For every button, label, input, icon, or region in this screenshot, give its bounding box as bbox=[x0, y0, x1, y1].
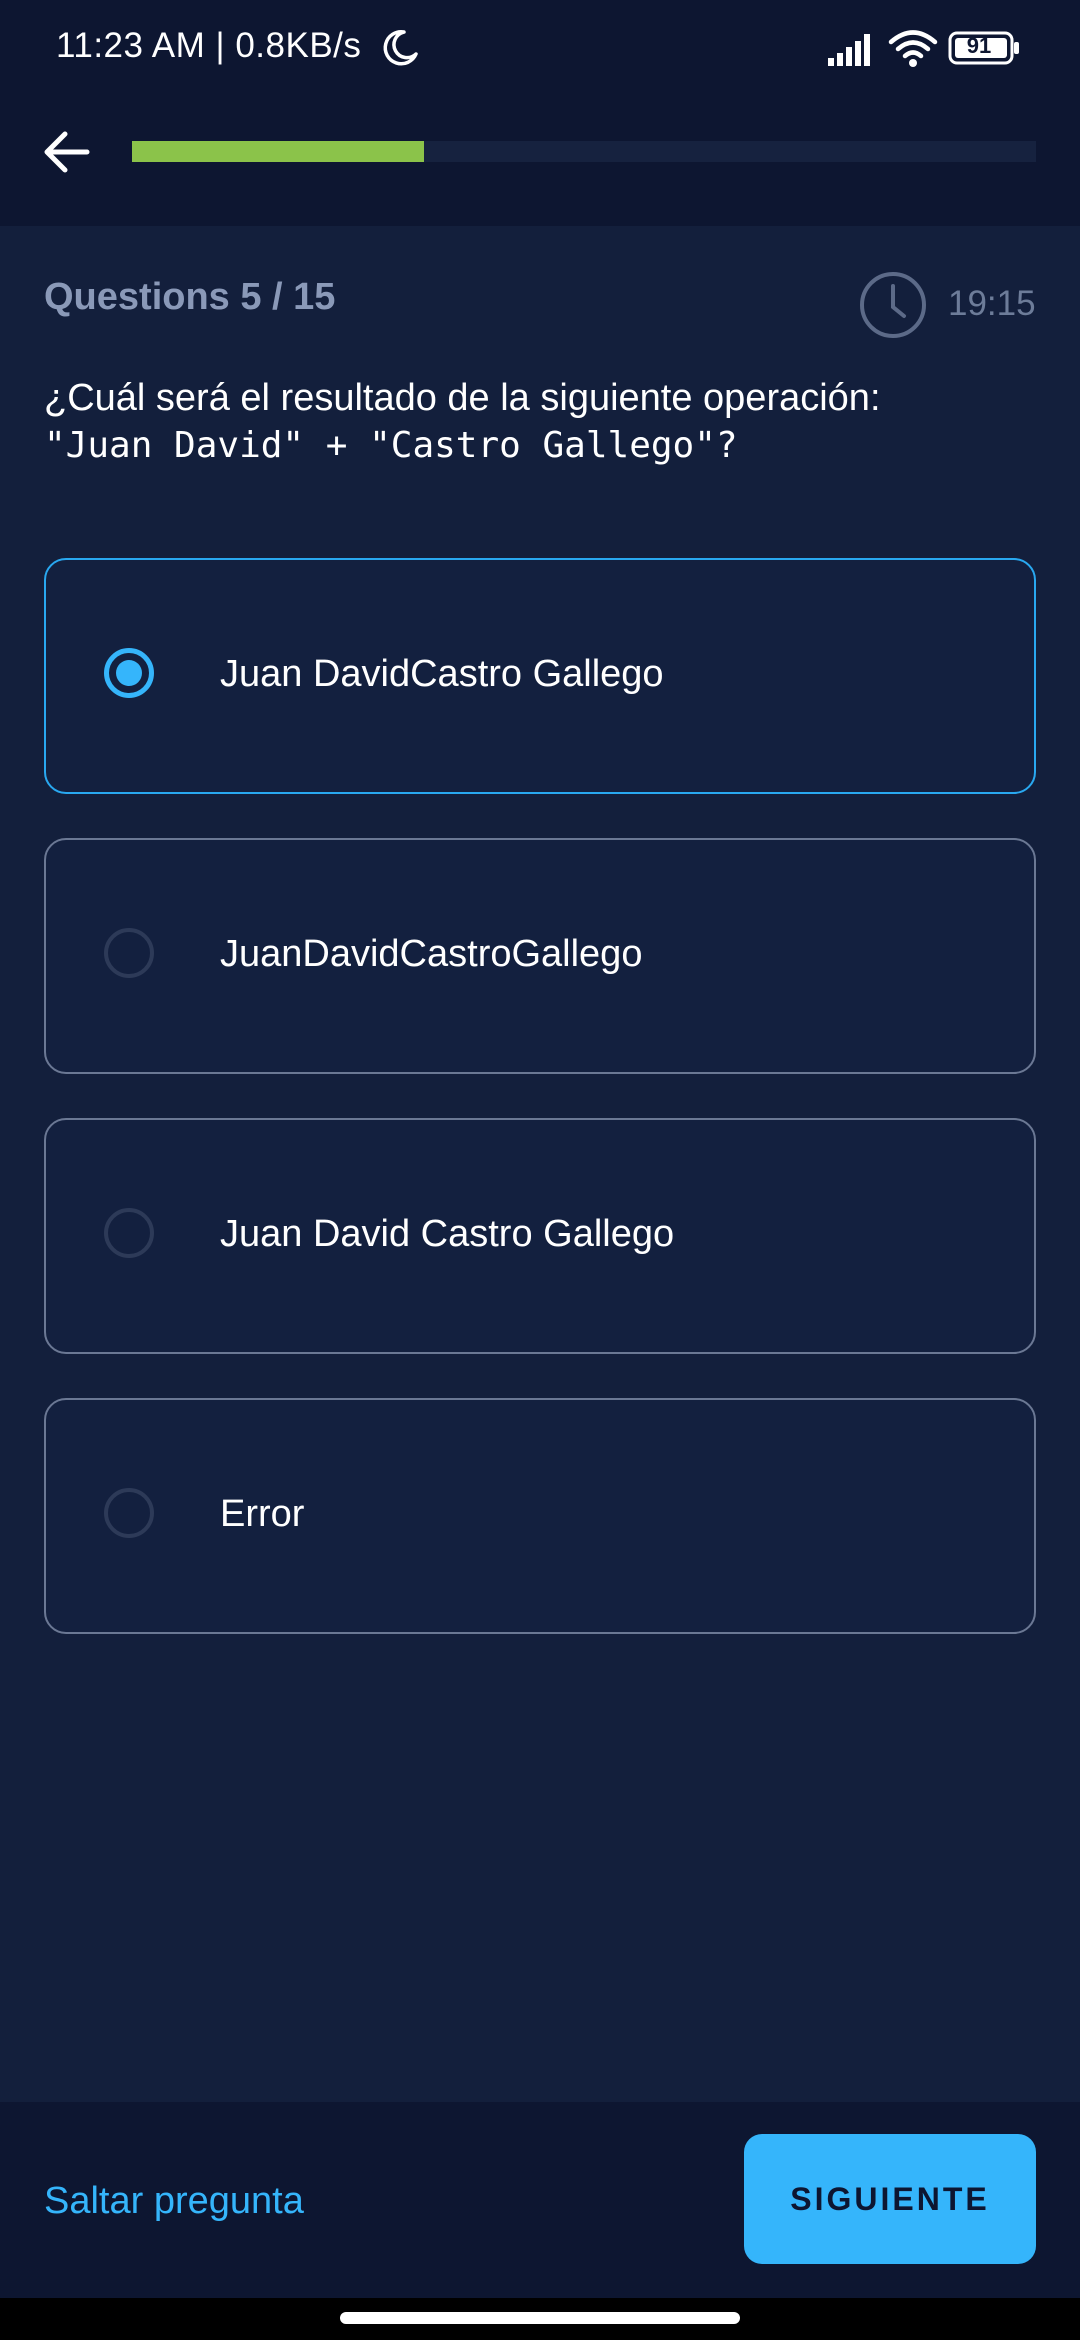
radio-button[interactable] bbox=[104, 1488, 154, 1538]
home-indicator[interactable] bbox=[340, 2312, 740, 2324]
radio-button[interactable] bbox=[104, 1208, 154, 1258]
quiz-header bbox=[0, 100, 1080, 226]
arrow-left-icon bbox=[44, 131, 90, 173]
radio-button[interactable] bbox=[104, 928, 154, 978]
status-time: 11:23 AM | 0.8KB/s bbox=[56, 26, 362, 65]
quiz-progress-fill bbox=[132, 141, 425, 162]
quiz-progress-bar bbox=[132, 141, 1036, 162]
battery-level: 91 bbox=[966, 33, 992, 58]
moon-icon bbox=[380, 28, 420, 73]
answer-option-label: Juan DavidCastro Gallego bbox=[220, 653, 664, 695]
answer-option-label: Error bbox=[220, 1493, 305, 1535]
answer-option[interactable]: JuanDavidCastroGallego bbox=[44, 838, 1036, 1074]
signal-icon bbox=[826, 32, 876, 71]
clock-icon bbox=[858, 270, 928, 345]
system-nav-bar bbox=[0, 2298, 1080, 2340]
answer-option-label: JuanDavidCastroGallego bbox=[220, 933, 643, 975]
radio-button[interactable] bbox=[104, 648, 154, 698]
radio-dot bbox=[116, 660, 142, 686]
wifi-icon bbox=[888, 28, 938, 73]
question-text: ¿Cuál será el resultado de la siguiente … bbox=[44, 374, 1044, 470]
answer-option[interactable]: Juan DavidCastro Gallego bbox=[44, 558, 1036, 794]
question-code: "Juan David" + "Castro Gallego"? bbox=[44, 425, 738, 466]
status-bar: 11:23 AM | 0.8KB/s 91 bbox=[0, 0, 1080, 100]
next-button[interactable]: SIGUIENTE bbox=[744, 2134, 1036, 2264]
answer-option-label: Juan David Castro Gallego bbox=[220, 1213, 675, 1255]
timer: 19:15 bbox=[948, 284, 1036, 323]
back-button[interactable] bbox=[34, 120, 98, 184]
answer-option[interactable]: Juan David Castro Gallego bbox=[44, 1118, 1036, 1354]
bottom-action-bar: Saltar pregunta SIGUIENTE bbox=[0, 2102, 1080, 2298]
skip-question-link[interactable]: Saltar pregunta bbox=[44, 2180, 304, 2223]
answer-option[interactable]: Error bbox=[44, 1398, 1036, 1634]
question-prompt: ¿Cuál será el resultado de la siguiente … bbox=[44, 377, 881, 419]
answer-options: Juan DavidCastro Gallego JuanDavidCastro… bbox=[44, 558, 1036, 1678]
question-counter: Questions 5 / 15 bbox=[44, 276, 336, 318]
